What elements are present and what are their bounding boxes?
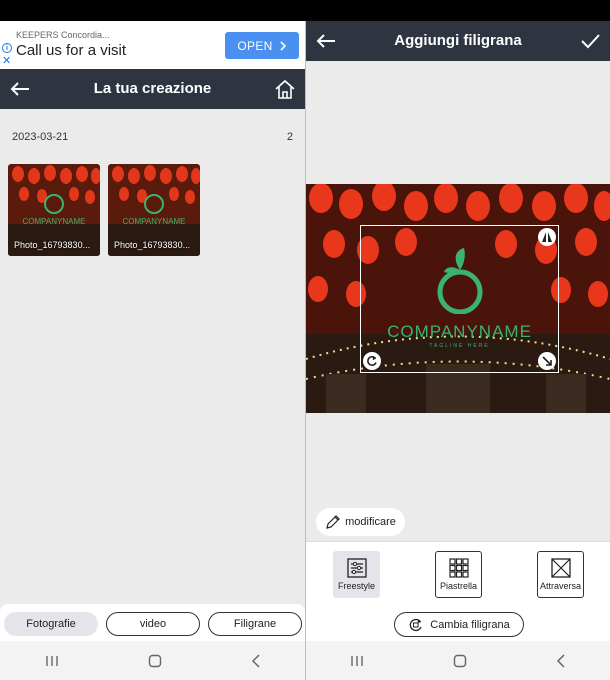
watermark-frame[interactable]: COMPANYNAME TAGLINE HERE [360,225,559,373]
back-icon[interactable] [556,653,566,668]
sliders-icon [346,558,367,578]
home-button-icon[interactable] [453,654,467,668]
close-icon[interactable]: ✕ [2,56,11,67]
watermark-company: COMPANYNAME [387,322,532,341]
rotate-icon[interactable] [363,352,381,370]
recent-apps-icon[interactable] [350,655,364,667]
group-count: 2 [286,131,293,143]
tab-filigrane[interactable]: Filigrane [208,612,302,636]
svg-text:COMPANYNAME: COMPANYNAME [123,217,186,226]
watermark-logo [437,248,483,314]
modify-button[interactable]: modificare [316,508,405,536]
system-nav-bar [0,641,305,680]
photo-label: Photo_16793830... [114,240,191,250]
photo-label: Photo_16793830... [14,240,91,250]
tab-fotografie[interactable]: Fotografie [4,612,98,636]
media-tabs: Fotografie video Filigrane [0,604,305,641]
photo-thumbnail[interactable]: COMPANYNAME Photo_16793830... [108,164,200,256]
creations-screen: KEEPERS Concordia... Call us for a visit… [0,21,305,641]
info-icon[interactable]: i [2,43,12,53]
svg-text:COMPANYNAME: COMPANYNAME [23,217,86,226]
grid-icon [448,558,469,578]
add-watermark-screen: Aggiungi filigrana COMPANYNAME TAGLINE H… [306,21,610,641]
home-button-icon[interactable] [148,654,162,668]
tile-button[interactable]: Piastrella [435,551,482,598]
chevron-right-icon [280,40,286,51]
page-title: La tua creazione [93,80,212,97]
watermark-header: Aggiungi filigrana [306,21,610,61]
watermark-toolbar: Freestyle Piastrella Attraversa Cambia f… [306,541,610,641]
status-bar [0,0,610,21]
group-date: 2023-03-21 [12,131,69,143]
ad-headline[interactable]: Call us for a visit [16,42,126,59]
system-nav-bar [306,641,610,680]
resize-icon[interactable] [538,352,556,370]
recent-apps-icon[interactable] [45,655,59,667]
photo-thumbnail[interactable]: COMPANYNAME Photo_16793830... [8,164,100,256]
photo-canvas[interactable]: COMPANYNAME TAGLINE HERE [306,184,610,413]
back-icon[interactable] [251,653,261,668]
flip-icon[interactable] [538,228,556,246]
freestyle-button[interactable]: Freestyle [333,551,380,598]
pencil-icon [326,515,340,529]
home-icon[interactable] [271,75,299,103]
tab-video[interactable]: video [106,612,200,636]
refresh-icon [410,618,422,631]
ad-advertiser: KEEPERS Concordia... [16,30,110,40]
page-title: Aggiungi filigrana [394,32,522,49]
ad-banner[interactable]: KEEPERS Concordia... Call us for a visit… [0,21,305,69]
cross-box-icon [550,558,571,578]
ad-open-button[interactable]: OPEN [225,32,299,59]
change-watermark-button[interactable]: Cambia filigrana [394,612,524,637]
creations-header: La tua creazione [0,69,305,109]
watermark-tagline: TAGLINE HERE [429,343,490,349]
cross-button[interactable]: Attraversa [537,551,584,598]
checkmark-icon[interactable] [576,27,604,55]
